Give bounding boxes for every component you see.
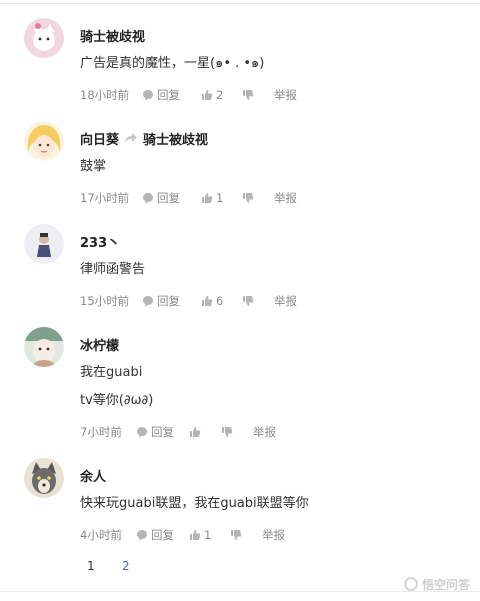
thumbs-up-icon	[190, 427, 201, 437]
timestamp: 18小时前	[80, 88, 130, 102]
username[interactable]: 冰柠檬	[80, 335, 119, 354]
page-link-2[interactable]: 2	[122, 557, 130, 575]
report-button[interactable]: 举报	[253, 424, 276, 440]
reply-to-username[interactable]: 骑士被歧视	[143, 129, 208, 148]
comment-meta: 4小时前 回复 1 举报	[80, 527, 285, 543]
reply-button[interactable]: 回复	[136, 527, 189, 543]
reply-button[interactable]: 回复	[136, 424, 189, 440]
timestamp: 7小时前	[80, 425, 122, 439]
thumbs-down-icon	[231, 530, 242, 540]
thumbs-down-icon	[243, 296, 254, 306]
like-count: 2	[216, 88, 224, 102]
report-button[interactable]: 举报	[262, 527, 285, 543]
thumbs-up-icon	[202, 193, 213, 203]
wukong-logo-icon	[403, 577, 418, 591]
speech-bubble-icon	[143, 90, 153, 101]
avatar[interactable]	[24, 458, 64, 498]
thumbs-up-icon	[202, 296, 213, 306]
comment-meta: 15小时前 回复 6 举报	[80, 293, 297, 309]
speech-bubble-icon	[137, 427, 147, 438]
like-button[interactable]: 2	[201, 88, 242, 102]
speech-bubble-icon	[143, 193, 153, 204]
like-button[interactable]	[189, 426, 221, 438]
reply-label: 回复	[157, 88, 180, 102]
dislike-button[interactable]	[242, 295, 274, 307]
comment-text: 广告是真的魔性，一星(๑• . •๑)	[80, 56, 265, 71]
speech-bubble-icon	[143, 296, 153, 307]
comment-meta: 17小时前 回复 1 举报	[80, 190, 297, 206]
thumbs-up-icon	[202, 90, 213, 100]
username-row: 余人	[80, 465, 106, 485]
username[interactable]: 233丶	[80, 232, 120, 251]
thumbs-down-icon	[243, 90, 254, 100]
like-button[interactable]: 1	[189, 528, 230, 542]
report-label: 举报	[253, 425, 276, 439]
reply-button[interactable]: 回复	[142, 190, 201, 206]
report-button[interactable]: 举报	[274, 190, 297, 206]
report-button[interactable]: 举报	[274, 293, 297, 309]
watermark-text: 悟空问答	[421, 577, 470, 592]
reply-label: 回复	[157, 191, 180, 205]
comment-text: 律师函警告	[80, 262, 146, 277]
like-count: 6	[216, 294, 224, 308]
dislike-button[interactable]	[230, 529, 262, 541]
reply-arrow-icon	[124, 133, 138, 143]
comment-meta: 18小时前 回复 2 举报	[80, 87, 297, 103]
username[interactable]: 向日葵	[80, 129, 119, 148]
like-count: 1	[216, 191, 224, 205]
timestamp: 17小时前	[80, 191, 130, 205]
page-link-1[interactable]: 1	[87, 557, 95, 575]
pagination: 1 2	[0, 557, 480, 575]
top-divider	[0, 3, 480, 4]
avatar[interactable]	[24, 224, 64, 264]
comment-text: 鼓掌	[80, 159, 107, 174]
reply-label: 回复	[157, 294, 180, 308]
report-label: 举报	[274, 191, 297, 205]
report-label: 举报	[262, 528, 285, 542]
avatar[interactable]	[24, 18, 64, 58]
report-label: 举报	[274, 88, 297, 102]
watermark: 悟空问答	[403, 575, 470, 593]
dislike-button[interactable]	[242, 192, 274, 204]
comment-text-line: 我在guabi	[80, 365, 143, 380]
thumbs-down-icon	[222, 427, 233, 437]
dislike-button[interactable]	[221, 426, 253, 438]
dislike-button[interactable]	[242, 89, 274, 101]
timestamp: 4小时前	[80, 528, 122, 542]
reply-label: 回复	[151, 425, 174, 439]
comment-meta: 7小时前 回复 举报	[80, 424, 276, 440]
username-row: 向日葵 骑士被歧视	[80, 128, 208, 148]
username-row: 233丶	[80, 231, 120, 251]
report-button[interactable]: 举报	[274, 87, 297, 103]
comment-text-line: tv等你(∂ω∂)	[80, 393, 154, 408]
avatar[interactable]	[24, 327, 64, 367]
username-row: 骑士被歧视	[80, 25, 145, 45]
avatar[interactable]	[24, 121, 64, 161]
report-label: 举报	[274, 294, 297, 308]
reply-button[interactable]: 回复	[142, 293, 201, 309]
reply-button[interactable]: 回复	[142, 87, 201, 103]
like-button[interactable]: 1	[201, 191, 242, 205]
speech-bubble-icon	[137, 530, 147, 541]
thumbs-up-icon	[190, 530, 201, 540]
timestamp: 15小时前	[80, 294, 130, 308]
like-button[interactable]: 6	[201, 294, 242, 308]
username-row: 冰柠檬	[80, 334, 119, 354]
comment-text: 快来玩guabi联盟，我在guabi联盟等你	[80, 496, 309, 511]
reply-label: 回复	[151, 528, 174, 542]
username[interactable]: 骑士被歧视	[80, 26, 145, 45]
like-count: 1	[204, 528, 212, 542]
thumbs-down-icon	[243, 193, 254, 203]
username[interactable]: 余人	[80, 466, 106, 485]
